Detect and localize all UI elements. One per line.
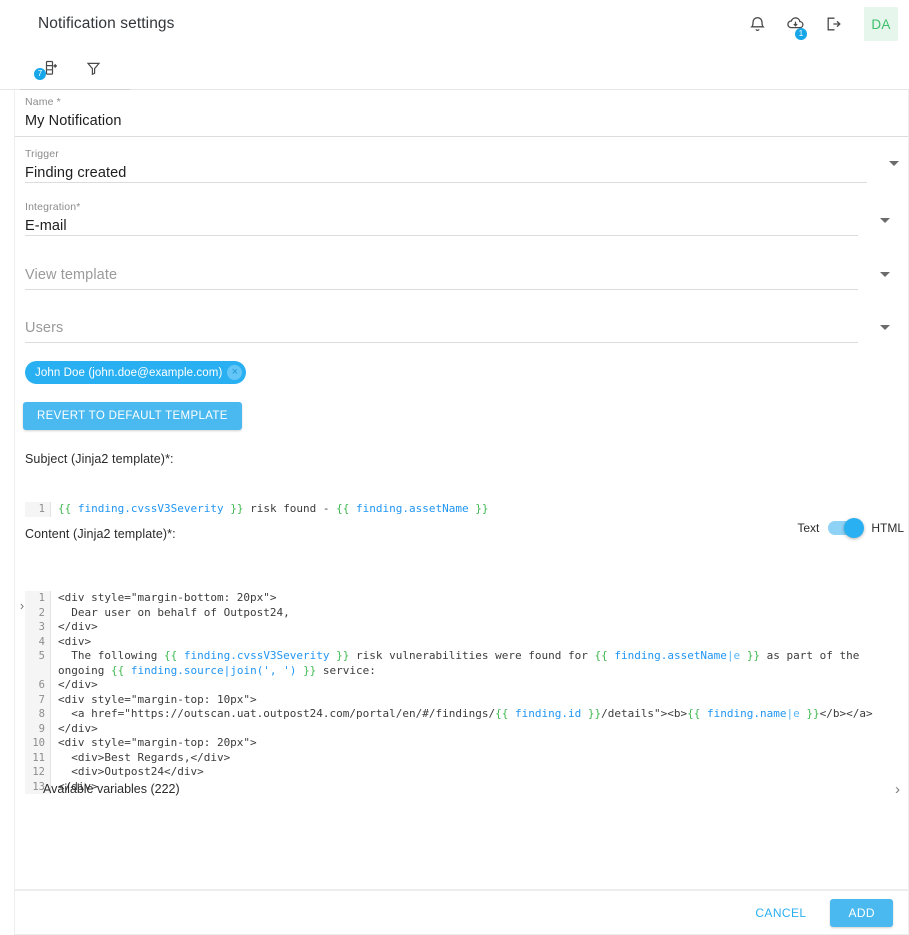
content-section-label: Content (Jinja2 template)*: xyxy=(25,527,176,541)
code-line: 1{{ finding.cvssV3Severity }} risk found… xyxy=(25,502,898,517)
line-number: 10 xyxy=(25,736,51,751)
available-variables-row[interactable]: Available variables (222) › xyxy=(16,766,909,812)
line-number: 9 xyxy=(25,722,51,737)
code-line-content: <div style="margin-bottom: 20px"> xyxy=(51,591,898,606)
content-code-rows: 1<div style="margin-bottom: 20px">2 Dear… xyxy=(25,591,898,794)
field-view-template-placeholder: View template xyxy=(25,265,117,285)
code-line-content: </div> xyxy=(51,620,898,635)
secondary-toolbar xyxy=(0,48,909,90)
code-line: 3</div> xyxy=(25,620,898,635)
cloud-download-badge: 1 xyxy=(795,28,807,40)
code-line-content: <a href="https://outscan.uat.outpost24.c… xyxy=(51,707,898,722)
page-title: Notification settings xyxy=(38,15,175,33)
line-number: 8 xyxy=(25,707,51,722)
add-button[interactable]: ADD xyxy=(830,899,893,927)
field-users-chevron-down-icon[interactable] xyxy=(880,325,890,330)
field-integration-underline xyxy=(25,235,858,236)
code-line: 2 Dear user on behalf of Outpost24, xyxy=(25,606,898,621)
line-number: 6 xyxy=(25,678,51,693)
notifications-bell-icon[interactable] xyxy=(738,5,776,43)
code-line-content: </div> xyxy=(51,678,898,693)
field-name-value: My Notification xyxy=(25,111,122,131)
field-users-placeholder: Users xyxy=(25,318,63,338)
add-notification-badge: 7 xyxy=(34,68,46,80)
field-users[interactable]: Users xyxy=(25,318,63,338)
available-variables-chevron-right-icon: › xyxy=(895,781,900,798)
logout-icon[interactable] xyxy=(814,5,852,43)
filter-icon[interactable] xyxy=(78,53,108,83)
cloud-download-icon[interactable]: 1 xyxy=(776,5,814,43)
field-view-template-underline xyxy=(25,289,858,290)
code-line-content: </div> xyxy=(51,722,898,737)
line-number: 3 xyxy=(25,620,51,635)
code-line-content: {{ finding.cvssV3Severity }} risk found … xyxy=(51,502,898,517)
header-actions: 1 DA xyxy=(738,0,909,48)
field-trigger-chevron-down-icon[interactable] xyxy=(889,161,899,166)
line-number: 2 xyxy=(25,606,51,621)
field-trigger-underline xyxy=(25,182,867,183)
code-line: 9</div> xyxy=(25,722,898,737)
line-number: 4 xyxy=(25,635,51,650)
subject-section-label: Subject (Jinja2 template)*: xyxy=(25,452,174,466)
user-chip-remove-icon[interactable]: × xyxy=(227,365,242,380)
toggle-html-label: HTML xyxy=(871,521,904,535)
subject-code-rows: 1{{ finding.cvssV3Severity }} risk found… xyxy=(25,502,898,517)
code-line: 7<div style="margin-top: 10px"> xyxy=(25,693,898,708)
code-line-content: <div> xyxy=(51,635,898,650)
field-name[interactable]: Name * My Notification xyxy=(25,96,122,131)
notification-settings-page: Notification settings 1 xyxy=(0,0,909,935)
line-number: 11 xyxy=(25,751,51,766)
code-line-content: Dear user on behalf of Outpost24, xyxy=(51,606,898,621)
code-line: 10<div style="margin-top: 20px"> xyxy=(25,736,898,751)
content-format-toggle-group: Text HTML xyxy=(797,521,904,535)
toggle-text-label: Text xyxy=(797,521,819,535)
field-users-underline xyxy=(25,342,858,343)
user-chip[interactable]: John Doe (john.doe@example.com) × xyxy=(25,361,246,384)
line-number: 7 xyxy=(25,693,51,708)
content-format-toggle[interactable] xyxy=(828,521,862,535)
code-line-content: <div style="margin-top: 20px"> xyxy=(51,736,898,751)
line-number: 5 xyxy=(25,649,51,678)
field-name-label: Name * xyxy=(25,96,122,108)
code-line: 6</div> xyxy=(25,678,898,693)
code-line-content: The following {{ finding.cvssV3Severity … xyxy=(51,649,898,678)
field-trigger-value: Finding created xyxy=(25,163,126,183)
field-name-underline xyxy=(15,136,908,137)
code-line: 5 The following {{ finding.cvssV3Severit… xyxy=(25,649,898,678)
code-line: 4<div> xyxy=(25,635,898,650)
available-variables-label: Available variables (222) xyxy=(43,782,180,796)
field-view-template-chevron-down-icon[interactable] xyxy=(880,272,890,277)
code-line: 8 <a href="https://outscan.uat.outpost24… xyxy=(25,707,898,722)
field-integration[interactable]: Integration* E-mail xyxy=(25,201,81,236)
line-number: 1 xyxy=(25,591,51,606)
app-header: Notification settings 1 xyxy=(0,0,909,48)
field-integration-value: E-mail xyxy=(25,216,81,236)
revert-to-default-template-button[interactable]: REVERT TO DEFAULT TEMPLATE xyxy=(23,402,242,430)
code-line-content: <div>Best Regards,</div> xyxy=(51,751,898,766)
field-trigger[interactable]: Trigger Finding created xyxy=(25,148,126,183)
code-line: 1<div style="margin-bottom: 20px"> xyxy=(25,591,898,606)
field-integration-label: Integration* xyxy=(25,201,81,213)
avatar[interactable]: DA xyxy=(864,7,898,41)
cancel-button[interactable]: CANCEL xyxy=(747,899,814,927)
dialog-footer: CANCEL ADD xyxy=(14,890,909,935)
field-view-template[interactable]: View template xyxy=(25,265,117,285)
user-chip-label: John Doe (john.doe@example.com) xyxy=(35,367,222,379)
field-trigger-label: Trigger xyxy=(25,148,126,160)
line-number: 1 xyxy=(25,502,51,517)
notification-form-panel: › Name * My Notification Trigger Finding… xyxy=(14,90,909,890)
code-line-content: <div style="margin-top: 10px"> xyxy=(51,693,898,708)
field-integration-chevron-down-icon[interactable] xyxy=(880,218,890,223)
code-line: 11 <div>Best Regards,</div> xyxy=(25,751,898,766)
